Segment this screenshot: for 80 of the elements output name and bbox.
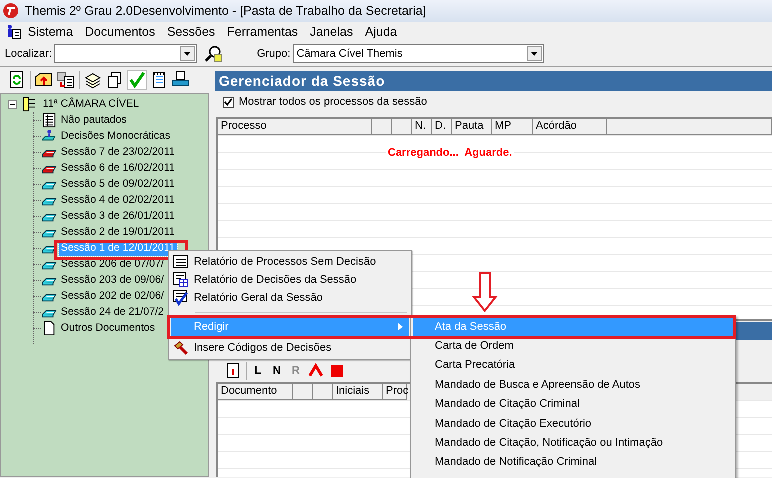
tree-item[interactable]: Sessão 203 de 09/06/ <box>59 272 166 288</box>
menu-item[interactable]: Ferramentas <box>221 24 304 40</box>
column-header[interactable] <box>392 119 412 135</box>
list-icon <box>42 112 57 128</box>
group-label: Grupo: <box>257 48 291 60</box>
tree-item[interactable]: Sessão 6 de 16/02/2011 <box>59 160 178 176</box>
table-document-icon <box>173 272 189 288</box>
menu-item[interactable]: Mandado de Busca e Apreensão de Autos <box>413 375 733 395</box>
submenu-arrow-icon <box>398 323 403 331</box>
tree-item[interactable]: Não pautados <box>59 112 129 128</box>
stop-icon[interactable] <box>328 362 346 380</box>
hammer-icon <box>173 340 189 356</box>
checked-document-icon <box>173 290 189 306</box>
menu-item[interactable]: Carta Precatória <box>413 356 733 376</box>
group-combo-box[interactable]: Câmara Cível Themis <box>292 44 544 63</box>
copy-icon[interactable] <box>106 71 124 89</box>
column-header[interactable]: Pauta <box>452 119 492 135</box>
dropdown-arrow-icon <box>530 52 538 56</box>
folder-upload-icon[interactable] <box>35 71 53 89</box>
menu-item[interactable]: Sessões <box>161 24 222 40</box>
search-icon[interactable] <box>205 44 224 62</box>
menu-item[interactable]: Relatório Geral da Sessão <box>171 289 409 307</box>
menu-item[interactable]: Carta de Ordem <box>413 336 733 356</box>
down-arrow-icon <box>472 272 498 312</box>
person-tray-icon <box>42 128 57 144</box>
refresh-icon[interactable] <box>8 71 26 89</box>
tree-root-icon <box>22 96 37 112</box>
menu-item[interactable]: Insere Códigos de Decisões <box>171 339 409 357</box>
column-header[interactable]: Acórdão <box>533 119 607 135</box>
column-header[interactable]: N. <box>412 119 432 135</box>
stack-icon[interactable] <box>84 71 102 89</box>
menu-item[interactable]: Documentos <box>79 24 162 40</box>
tree-item[interactable]: Sessão 24 de 21/07/2 <box>59 304 166 320</box>
page-icon <box>42 320 57 336</box>
column-header[interactable] <box>313 384 333 400</box>
menu-item[interactable]: Mandado de Citação Executório <box>413 414 733 434</box>
tree-item[interactable]: Sessão 3 de 26/01/2011 <box>59 208 178 224</box>
menu-item[interactable]: Janelas <box>304 24 360 40</box>
menu-item[interactable]: Relatório de Processos Sem Decisão <box>171 253 409 271</box>
printer-icon[interactable] <box>172 71 190 89</box>
find-label: Localizar: <box>5 48 52 60</box>
column-header[interactable]: D. <box>432 119 452 135</box>
menu-item[interactable]: Mandado de Citação, Notificação ou Intimação <box>413 433 733 453</box>
document-list-icon[interactable] <box>57 71 75 89</box>
column-header[interactable]: Processo <box>218 119 372 135</box>
column-header[interactable] <box>372 119 392 135</box>
toolbar-button[interactable]: N <box>269 365 285 377</box>
column-header[interactable]: MP <box>492 119 533 135</box>
tree-item[interactable]: Sessão 5 de 09/02/2011 <box>59 176 178 192</box>
toolbar-button[interactable]: L <box>250 365 266 377</box>
window-title: Themis 2º Grau 2.0Desenvolvimento - [Pasta de Trabalho da Secretaria] <box>25 4 426 18</box>
column-header[interactable] <box>293 384 313 400</box>
collapse-toggle[interactable] <box>8 100 17 108</box>
tree-item[interactable]: Sessão 7 de 23/02/2011 <box>59 144 178 160</box>
dropdown-arrow-icon <box>184 52 192 56</box>
menu-item[interactable]: Mandado de Citação Criminal <box>413 394 733 414</box>
tree-item[interactable]: Sessão 202 de 02/06/ <box>59 288 166 304</box>
column-header[interactable] <box>607 119 772 135</box>
find-combo-box[interactable] <box>54 44 198 63</box>
menu-item[interactable]: Mandado de Notificação Criminal <box>413 452 733 472</box>
tree-item[interactable]: Decisões Monocráticas <box>59 128 173 144</box>
checkbox[interactable] <box>223 96 234 108</box>
panel-header: Gerenciador da Sessão <box>215 71 772 91</box>
menu-item[interactable]: Relatório de Decisões da Sessão <box>171 271 409 289</box>
person-document-icon[interactable] <box>6 24 22 40</box>
menu-item[interactable]: Ajuda <box>359 24 404 40</box>
tree-root-label[interactable]: 11ª CÂMARA CÍVEL <box>41 96 142 112</box>
tree-item[interactable]: Sessão 2 de 19/01/2011 <box>59 224 178 240</box>
column-header[interactable]: Proc <box>383 384 407 400</box>
tree-item[interactable]: Sessão 206 de 07/07/ <box>59 256 166 272</box>
lines-icon <box>173 254 189 270</box>
app-logo-icon <box>3 3 19 19</box>
menu-item[interactable]: Sistema <box>22 24 80 40</box>
loading-message: Carregando... Aguarde. <box>386 147 514 159</box>
tree-item[interactable]: Sessão 4 de 02/02/2011 <box>59 192 178 208</box>
column-header[interactable]: Documento <box>218 384 293 400</box>
column-header[interactable]: Iniciais <box>333 384 383 400</box>
tree-item[interactable]: Outros Documentos <box>59 320 158 336</box>
checkbox-label: Mostrar todos os processos da sessão <box>239 96 428 108</box>
checkmark-icon[interactable] <box>128 71 146 89</box>
